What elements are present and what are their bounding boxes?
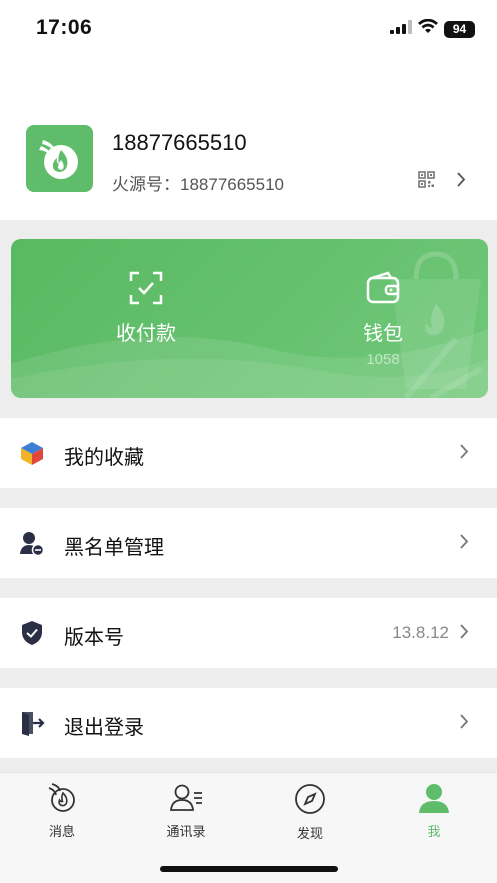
contacts-icon [169, 783, 203, 818]
shield-check-icon [18, 619, 46, 647]
version-value: 13.8.12 [392, 623, 449, 642]
status-bar: 17:06 94 [0, 0, 497, 60]
chevron-right-icon [459, 713, 469, 735]
menu-label-favorites: 我的收藏 [64, 447, 144, 469]
wallet-button[interactable]: 钱包 1058 [338, 271, 428, 368]
tab-messages[interactable]: 消息 [22, 783, 102, 840]
chevron-right-icon[interactable] [456, 171, 466, 193]
status-icons: 94 [390, 18, 475, 39]
logout-icon [18, 709, 46, 737]
compass-icon [294, 783, 326, 820]
menu-label-logout: 退出登录 [64, 717, 144, 739]
wallet-icon [366, 271, 400, 310]
wallet-label: 钱包 [363, 323, 403, 345]
tab-contacts[interactable]: 通讯录 [146, 783, 226, 840]
menu-label-blacklist: 黑名单管理 [64, 537, 164, 559]
profile-header[interactable]: 18877665510 火源号：18877665510 [0, 60, 497, 220]
wallet-card: 收付款 钱包 1058 [11, 239, 488, 398]
wallet-section: 收付款 钱包 1058 [0, 220, 497, 418]
flame-chat-icon [46, 783, 78, 818]
tab-label-contacts: 通讯录 [166, 824, 206, 839]
wifi-icon [418, 18, 438, 39]
chevron-right-icon [459, 443, 469, 465]
menu-item-blacklist[interactable]: 黑名单管理 [0, 508, 497, 578]
chevron-right-icon [459, 623, 469, 645]
status-time: 17:06 [36, 16, 93, 39]
scan-check-icon [129, 271, 163, 310]
profile-id: 火源号：18877665510 [112, 175, 285, 194]
home-indicator [160, 866, 338, 872]
tab-me[interactable]: 我 [394, 783, 474, 840]
user-blocked-icon [18, 529, 46, 557]
tab-label-me: 我 [427, 824, 441, 839]
pay-receive-button[interactable]: 收付款 [101, 271, 191, 346]
tab-discover[interactable]: 发现 [270, 783, 350, 842]
wallet-balance: 1058 [366, 351, 400, 368]
menu-item-version[interactable]: 版本号 13.8.12 [0, 598, 497, 668]
tab-label-messages: 消息 [48, 824, 75, 839]
avatar[interactable] [26, 125, 93, 192]
person-icon [418, 783, 450, 818]
menu-label-version: 版本号 [64, 627, 124, 649]
menu-item-favorites[interactable]: 我的收藏 [0, 418, 497, 488]
flame-logo-icon [38, 139, 78, 179]
battery-indicator: 94 [444, 20, 475, 38]
qr-code-icon[interactable] [418, 171, 435, 193]
profile-name: 18877665510 [112, 130, 247, 155]
cube-icon [18, 439, 46, 467]
signal-icon [390, 19, 412, 39]
menu-item-logout[interactable]: 退出登录 [0, 688, 497, 758]
chevron-right-icon [459, 533, 469, 555]
pay-label: 收付款 [116, 323, 176, 345]
tab-label-discover: 发现 [296, 826, 323, 841]
